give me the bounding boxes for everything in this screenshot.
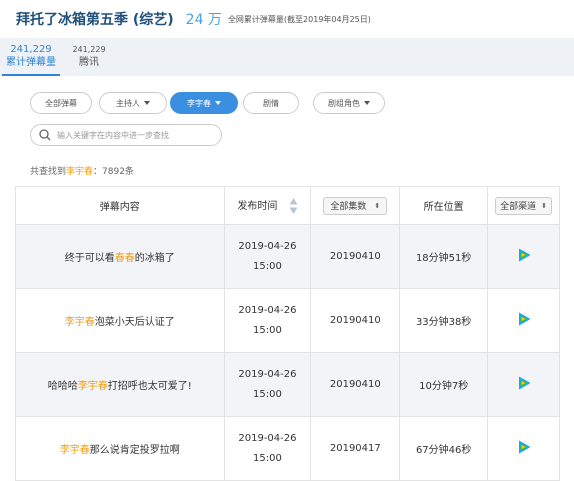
select-arrows-icon: ⬍ (541, 201, 547, 210)
tencent-video-icon[interactable] (516, 311, 532, 327)
result-count: ：7892条 (93, 167, 134, 177)
position-cell: 33分钟38秒 (399, 288, 489, 353)
publish-clock: 15:00 (253, 324, 282, 336)
tab-tencent[interactable]: 241,229 腾讯 (60, 38, 118, 76)
channel-cell (487, 224, 560, 289)
search-input[interactable]: 输入关键字在内容中进一步查找 (30, 124, 222, 146)
table-header-row: 弹幕内容 发布时间 全部集数 ⬍ 所在位置 全部渠道 ⬍ (15, 186, 560, 225)
content-highlight: 李宇春 (64, 317, 95, 328)
chevron-down-icon (364, 101, 370, 105)
publish-clock: 15:00 (253, 260, 282, 272)
filter-bar: 全部弹幕 主持人 李宇春 剧情 剧组角色 (30, 92, 385, 114)
column-header-channel: 全部渠道 ⬍ (487, 186, 560, 225)
column-header-time[interactable]: 发布时间 (223, 186, 312, 225)
content-highlight: 李宇春 (77, 381, 108, 392)
tab-tencent-label: 腾讯 (79, 57, 99, 68)
tab-total-label: 累计弹幕量 (6, 57, 56, 68)
episode-select-value: 全部集数 (330, 202, 367, 212)
filter-cast-role-button[interactable]: 剧组角色 (313, 92, 385, 114)
filter-cast-role-label: 剧组角色 (328, 98, 360, 108)
column-header-content: 弹幕内容 (15, 186, 225, 225)
select-arrows-icon: ⬍ (374, 201, 381, 210)
tab-tencent-count: 241,229 (72, 45, 106, 54)
episode-cell: 20190417 (310, 416, 401, 481)
channel-select[interactable]: 全部渠道 ⬍ (495, 196, 552, 215)
column-header-time-label: 发布时间 (237, 200, 278, 212)
result-summary: 共查找到李宇春：7892条 (30, 164, 134, 177)
filter-all-button[interactable]: 全部弹幕 (30, 92, 92, 114)
tencent-video-icon[interactable] (516, 247, 532, 263)
filter-all-label: 全部弹幕 (45, 98, 77, 108)
total-count: 24 万 (185, 12, 222, 28)
publish-date: 2019-04-26 (238, 432, 297, 444)
table-row: 终于可以看春春的冰箱了 2019-04-26 15:00 20190410 18分… (15, 224, 560, 289)
total-count-note: 全网累计弹幕量(截至2019年04月25日) (227, 14, 371, 24)
page-header: 拜托了冰箱第五季 (综艺) 24 万 全网累计弹幕量(截至2019年04月25日… (0, 0, 574, 38)
filter-host-label: 主持人 (116, 98, 140, 108)
tencent-video-icon[interactable] (516, 439, 532, 455)
column-header-episode: 全部集数 ⬍ (310, 186, 401, 225)
tencent-video-icon[interactable] (516, 375, 532, 391)
publish-clock: 15:00 (253, 388, 282, 400)
tabs-bar: 241,229 累计弹幕量 241,229 腾讯 (0, 38, 574, 76)
filter-plot-label: 剧情 (263, 98, 279, 108)
publish-time: 2019-04-26 15:00 (223, 416, 312, 481)
search-placeholder: 输入关键字在内容中进一步查找 (57, 130, 169, 140)
channel-cell (487, 352, 560, 417)
episode-cell: 20190410 (310, 288, 401, 353)
content-text: 打招呼也太可爱了! (107, 381, 192, 392)
show-title: 拜托了冰箱第五季 (综艺) (16, 12, 174, 28)
chevron-down-icon (215, 101, 221, 105)
position-cell: 10分钟7秒 (399, 352, 489, 417)
content-highlight: 李宇春 (59, 445, 90, 456)
search-icon (39, 129, 51, 141)
content-text: 的冰箱了 (134, 253, 175, 264)
episode-cell: 20190410 (310, 224, 401, 289)
result-prefix: 共查找到 (30, 167, 67, 177)
publish-time: 2019-04-26 15:00 (223, 224, 312, 289)
table-row: 李宇春泡菜小天后认证了 2019-04-26 15:00 20190410 33分… (15, 288, 560, 353)
danmaku-content: 李宇春那么说肯定投罗拉啊 (15, 416, 225, 481)
content-text: 终于可以看 (64, 253, 115, 264)
publish-time: 2019-04-26 15:00 (223, 288, 312, 353)
result-keyword: 李宇春 (66, 167, 94, 177)
position-cell: 18分钟51秒 (399, 224, 489, 289)
position-cell: 67分钟46秒 (399, 416, 489, 481)
channel-select-value: 全部渠道 (500, 202, 537, 212)
channel-cell (487, 416, 560, 481)
publish-date: 2019-04-26 (238, 304, 297, 316)
danmaku-content: 哈哈哈李宇春打招呼也太可爱了! (15, 352, 225, 417)
content-text: 那么说肯定投罗拉啊 (89, 445, 180, 456)
episode-cell: 20190410 (310, 352, 401, 417)
content-text: 哈哈哈 (47, 381, 78, 392)
chevron-down-icon (144, 101, 150, 105)
danmaku-content: 终于可以看春春的冰箱了 (15, 224, 225, 289)
content-text: 泡菜小天后认证了 (94, 317, 175, 328)
table-row: 哈哈哈李宇春打招呼也太可爱了! 2019-04-26 15:00 20190410… (15, 352, 560, 417)
episode-select[interactable]: 全部集数 ⬍ (323, 196, 388, 215)
column-header-position: 所在位置 (399, 186, 489, 225)
danmaku-content: 李宇春泡菜小天后认证了 (15, 288, 225, 353)
table-row: 李宇春那么说肯定投罗拉啊 2019-04-26 15:00 20190417 67… (15, 416, 560, 481)
filter-liyuchun-button[interactable]: 李宇春 (170, 92, 238, 114)
sort-icon[interactable] (289, 197, 298, 215)
filter-plot-button[interactable]: 剧情 (243, 92, 299, 114)
filter-liyuchun-label: 李宇春 (187, 98, 211, 108)
tab-total[interactable]: 241,229 累计弹幕量 (2, 38, 60, 76)
publish-date: 2019-04-26 (238, 240, 297, 252)
channel-cell (487, 288, 560, 353)
filter-host-button[interactable]: 主持人 (99, 92, 167, 114)
tab-total-count: 241,229 (10, 44, 52, 55)
publish-time: 2019-04-26 15:00 (223, 352, 312, 417)
publish-clock: 15:00 (253, 452, 282, 464)
danmaku-table: 弹幕内容 发布时间 全部集数 ⬍ 所在位置 全部渠道 ⬍ 终于可以看春春的冰箱了… (15, 186, 560, 481)
content-highlight: 春春 (114, 253, 135, 264)
publish-date: 2019-04-26 (238, 368, 297, 380)
